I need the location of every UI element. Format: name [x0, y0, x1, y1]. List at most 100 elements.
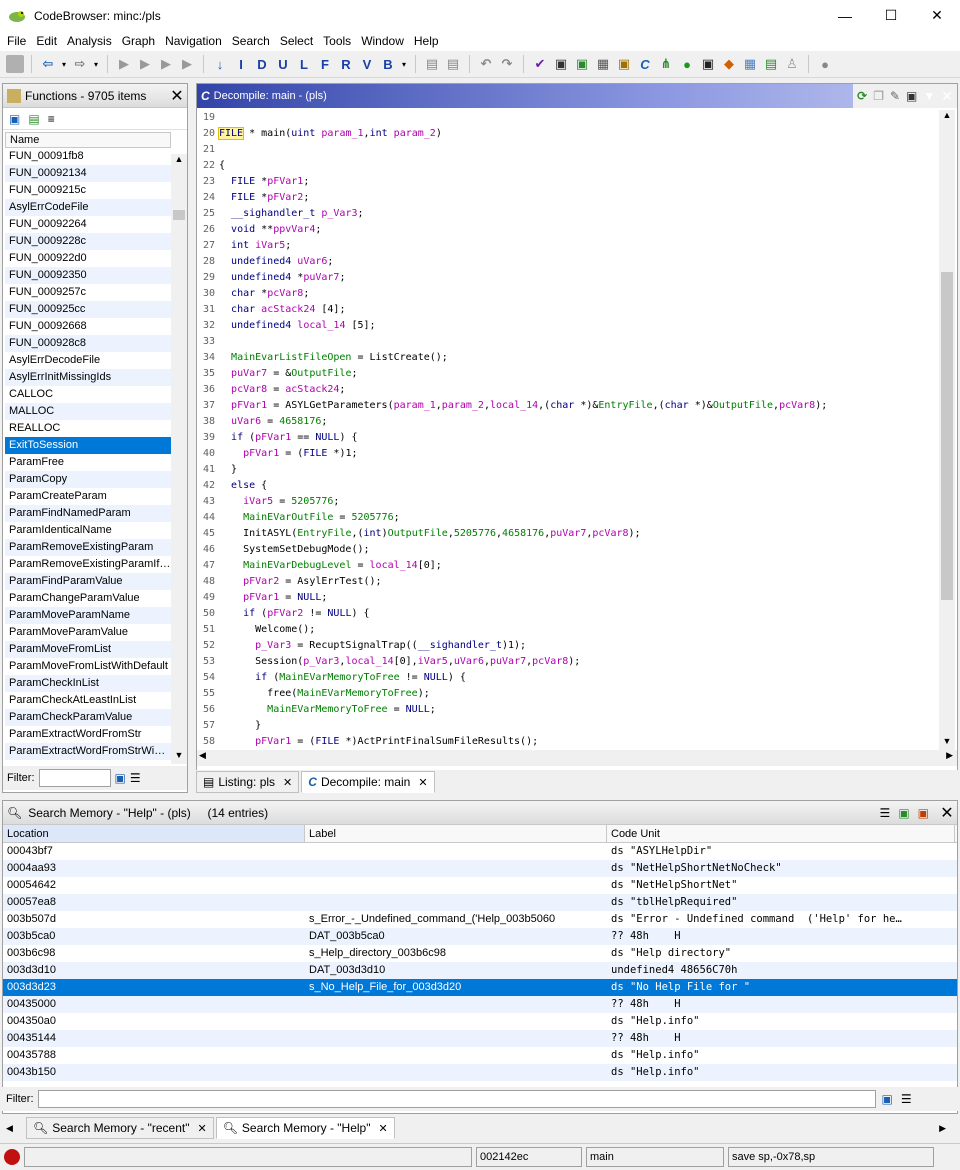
function-list-item[interactable]: FUN_00092264 [5, 216, 171, 233]
check-icon[interactable]: ✔ [531, 55, 549, 73]
maximize-button[interactable]: ☐ [868, 0, 914, 31]
code-text[interactable]: pFVar2 = AsylErrTest(); [217, 574, 381, 590]
search-result-row[interactable]: 00435144 ?? 48h H [3, 1030, 957, 1047]
export-icon[interactable]: ▤ [762, 55, 780, 73]
code-text[interactable]: pcVar8 = acStack24; [217, 382, 345, 398]
copy-icon[interactable]: ❐ [873, 89, 884, 103]
function-list-item[interactable]: FUN_00092668 [5, 318, 171, 335]
search-result-row[interactable]: 004350a0 ds "Help.info" [3, 1013, 957, 1030]
code-line[interactable]: 42 else { [197, 478, 939, 494]
code-text[interactable]: } [217, 462, 237, 478]
code-line[interactable]: 45 InitASYL(EntryFile,(int)OutputFile,52… [197, 526, 939, 542]
menu-navigation[interactable]: Navigation [160, 34, 227, 48]
code-line[interactable]: 24 FILE *pFVar2; [197, 190, 939, 206]
code-line[interactable]: 39 if (pFVar1 == NULL) { [197, 430, 939, 446]
code-line[interactable]: 21 [197, 142, 939, 158]
scroll-left-icon[interactable]: ◀ [199, 750, 206, 761]
tool2-icon[interactable]: ▣ [573, 55, 591, 73]
menu-window[interactable]: Window [356, 34, 409, 48]
code-line[interactable]: 29 undefined4 *puVar7; [197, 270, 939, 286]
column-location[interactable]: Location [3, 825, 305, 842]
filter-settings-icon[interactable]: ☰ [130, 771, 141, 785]
function-list-item[interactable]: FUN_000928c8 [5, 335, 171, 352]
code-line[interactable]: 35 puVar7 = &OutputFile; [197, 366, 939, 382]
new-function-icon[interactable]: ▣ [9, 112, 20, 126]
code-line[interactable]: 40 pFVar1 = (FILE *)1; [197, 446, 939, 462]
menu-graph[interactable]: Graph [117, 34, 160, 48]
code-view[interactable]: 19 20 FILE * main(uint param_1,int param_2… [197, 110, 939, 750]
code-text[interactable]: FILE *pFVar2; [217, 190, 309, 206]
code-text[interactable]: undefined4 uVar6; [217, 254, 333, 270]
code-text[interactable]: pFVar1 = NULL; [217, 590, 327, 606]
code-text[interactable]: void **ppvVar4; [217, 222, 321, 238]
function-list-item[interactable]: CALLOC [5, 386, 171, 403]
graph-icon[interactable]: ⋔ [657, 55, 675, 73]
function-list-item[interactable]: FUN_000922d0 [5, 250, 171, 267]
scroll-thumb[interactable] [941, 272, 953, 600]
scroll-up-icon[interactable]: ▲ [171, 154, 187, 168]
functions-column-header[interactable]: Name [5, 132, 171, 148]
code-text[interactable]: InitASYL(EntryFile,(int)OutputFile,52057… [217, 526, 640, 542]
search-result-row[interactable]: 003d3d10 DAT_003d3d10 undefined4 48656C70h [3, 962, 957, 979]
code-line[interactable]: 54 if (MainEVarMemoryToFree != NULL) { [197, 670, 939, 686]
menu-file[interactable]: File [2, 34, 31, 48]
function-list-item[interactable]: FUN_000925cc [5, 301, 171, 318]
menu-analysis[interactable]: Analysis [62, 34, 117, 48]
code-text[interactable]: Session(p_Var3,local_14[0],iVar5,uVar6,p… [217, 654, 580, 670]
B-icon[interactable]: B [379, 55, 397, 73]
code-line[interactable]: 46 SystemSetDebugMode(); [197, 542, 939, 558]
scroll-down-icon[interactable]: ▼ [939, 736, 955, 750]
function-list-item[interactable]: ParamCheckAtLeastInList [5, 692, 171, 709]
code-line[interactable]: 37 pFVar1 = ASYLGetParameters(param_1,pa… [197, 398, 939, 414]
nav3-icon[interactable]: ▶ [157, 55, 175, 73]
search-result-row[interactable]: 00054642 ds "NetHelpShortNet" [3, 877, 957, 894]
code-line[interactable]: 50 if (pFVar2 != NULL) { [197, 606, 939, 622]
U-icon[interactable]: U [274, 55, 292, 73]
code-line[interactable]: 20 FILE * main(uint param_1,int param_2) [197, 126, 939, 142]
tab-scroll-right-icon[interactable]: ▶ [939, 1123, 946, 1134]
code-text[interactable] [217, 334, 219, 350]
code-line[interactable]: 27 int iVar5; [197, 238, 939, 254]
code-text[interactable]: iVar5 = 5205776; [217, 494, 339, 510]
make-selection-icon[interactable]: ▣ [898, 806, 909, 820]
mem1-icon[interactable]: ▤ [423, 55, 441, 73]
diamond-icon[interactable]: ◆ [720, 55, 738, 73]
function-list-item[interactable]: ParamExtractWordFromStr [5, 726, 171, 743]
menu-select[interactable]: Select [275, 34, 318, 48]
code-text[interactable]: Welcome(); [217, 622, 315, 638]
list-view-icon[interactable]: ≡ [48, 112, 55, 126]
code-line[interactable]: 26 void **ppvVar4; [197, 222, 939, 238]
close-tab-icon[interactable]: ✕ [418, 776, 427, 789]
code-text[interactable]: undefined4 *puVar7; [217, 270, 345, 286]
function-list-item[interactable]: ParamCreateParam [5, 488, 171, 505]
function-list-item[interactable]: FUN_0009228c [5, 233, 171, 250]
tab-listing[interactable]: ▤ Listing: pls ✕ [196, 771, 300, 793]
code-line[interactable]: 31 char acStack24 [4]; [197, 302, 939, 318]
terminal-icon[interactable]: ▣ [699, 55, 717, 73]
code-text[interactable]: pFVar1 = (FILE *)1; [217, 446, 357, 462]
code-line[interactable]: 57 } [197, 718, 939, 734]
function-list-item[interactable]: ExitToSession [5, 437, 171, 454]
code-line[interactable]: 55 free(MainEVarMemoryToFree); [197, 686, 939, 702]
menu-edit[interactable]: Edit [31, 34, 62, 48]
code-text[interactable]: pFVar1 = (FILE *)ActPrintFinalSumFileRes… [217, 734, 538, 750]
back-icon[interactable]: ⇦ [39, 55, 57, 73]
scroll-thumb[interactable] [173, 210, 185, 220]
code-text[interactable]: } [217, 718, 261, 734]
tool4-icon[interactable]: ▣ [615, 55, 633, 73]
function-list-item[interactable]: FUN_0009215c [5, 182, 171, 199]
function-list-item[interactable]: REALLOC [5, 420, 171, 437]
tool3-icon[interactable]: ▦ [594, 55, 612, 73]
decompile-icon[interactable]: C [636, 55, 654, 73]
B-dropdown-icon[interactable]: ▾ [400, 55, 408, 73]
function-list-item[interactable]: ParamMoveFromListWithDefault [5, 658, 171, 675]
scroll-up-icon[interactable]: ▲ [939, 110, 955, 124]
search-result-row[interactable]: 00435000 ?? 48h H [3, 996, 957, 1013]
search-result-row[interactable]: 0004aa93 ds "NetHelpShortNetNoCheck" [3, 860, 957, 877]
code-text[interactable]: if (MainEVarMemoryToFree != NULL) { [217, 670, 466, 686]
search-result-row[interactable]: 00057ea8 ds "tblHelpRequired" [3, 894, 957, 911]
code-line[interactable]: 56 MainEVarMemoryToFree = NULL; [197, 702, 939, 718]
run-icon[interactable]: ● [678, 55, 696, 73]
undo-icon[interactable]: ↶ [477, 55, 495, 73]
code-line[interactable]: 52 p_Var3 = RecuptSignalTrap((__sighandl… [197, 638, 939, 654]
